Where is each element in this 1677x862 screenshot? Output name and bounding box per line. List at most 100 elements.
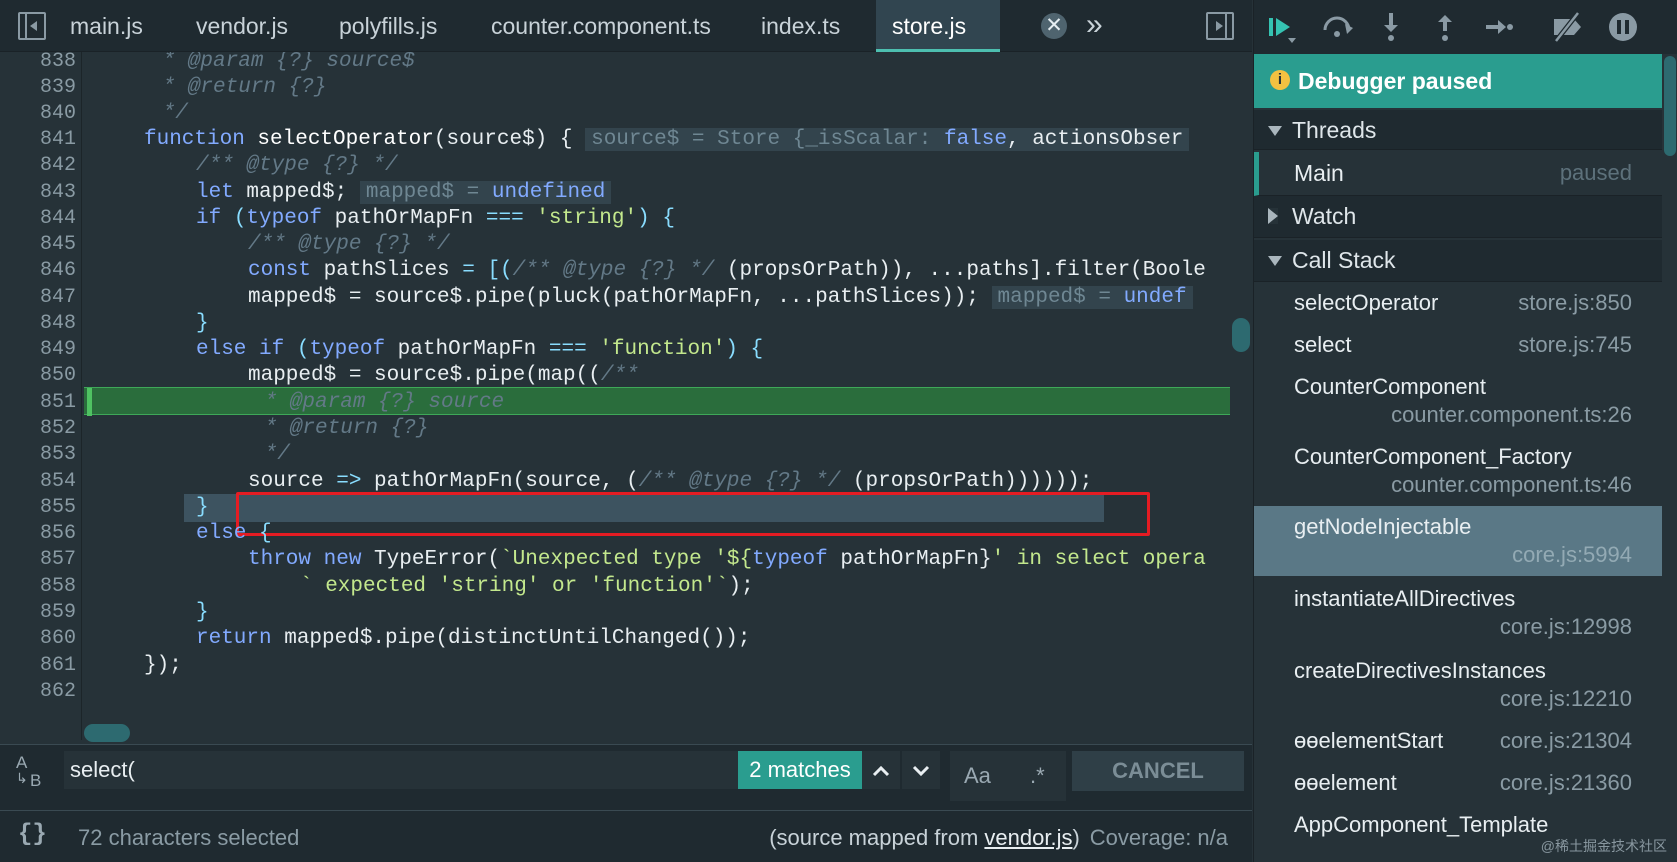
line-number[interactable]: 844 (0, 205, 76, 233)
next-match-button[interactable] (902, 751, 940, 789)
resume-icon[interactable] (1264, 10, 1298, 44)
line-number[interactable]: 845 (0, 231, 76, 259)
previous-match-button[interactable] (862, 751, 900, 789)
line-number[interactable]: 850 (0, 362, 76, 390)
source-info: (source mapped from vendor.js) Coverage: … (769, 825, 1228, 850)
code-editor[interactable]: 838 839 840 841 842 843 844 845 846 847 … (0, 52, 1230, 740)
match-case-toggle[interactable]: Aa (964, 751, 991, 801)
line-number[interactable]: 839 (0, 74, 76, 102)
tab-polyfills-js[interactable]: polyfills.js (339, 0, 437, 52)
code-line: return mapped$.pipe(distinctUntilChanged… (196, 627, 751, 650)
toggle-navigator-icon[interactable] (18, 12, 46, 40)
call-stack-section-header[interactable]: Call Stack (1254, 240, 1662, 282)
line-number[interactable]: 842 (0, 152, 76, 180)
threads-section-header[interactable]: Threads (1254, 110, 1662, 150)
more-tabs-icon[interactable]: » (1086, 10, 1103, 40)
tab-counter-component-ts[interactable]: counter.component.ts (491, 0, 711, 52)
code-line: else { (196, 522, 272, 545)
paused-message: Debugger paused (1298, 68, 1493, 94)
step-icon[interactable] (1482, 10, 1516, 44)
debugger-toolbar (1254, 0, 1677, 54)
code-line: */ (150, 102, 188, 125)
line-number[interactable]: 861 (0, 652, 76, 680)
step-out-icon[interactable] (1428, 10, 1462, 44)
line-number[interactable]: 856 (0, 520, 76, 548)
call-frame[interactable]: createDirectivesInstances core.js:12210 (1254, 650, 1662, 720)
line-number[interactable]: 851 (0, 389, 76, 417)
watch-section-header[interactable]: Watch (1254, 196, 1662, 238)
line-number[interactable]: 846 (0, 257, 76, 285)
search-bar: A ↳ B 2 matches Aa .* CANCEL (0, 744, 1252, 810)
call-frame[interactable]: instantiateAllDirectives core.js:12998 (1254, 578, 1662, 648)
thread-status: paused (1559, 160, 1632, 185)
devtools-sources-panel: main.js vendor.js polyfills.js counter.c… (0, 0, 1677, 862)
line-number[interactable]: 849 (0, 336, 76, 364)
selection-count: 72 characters selected (78, 825, 300, 850)
code-line: } (196, 312, 209, 335)
tab-index-ts[interactable]: index.ts (761, 0, 840, 52)
line-number[interactable]: 847 (0, 284, 76, 312)
code-line: function selectOperator(source$) { sourc… (144, 126, 1190, 154)
code-line: else if (typeof pathOrMapFn === 'functio… (196, 338, 764, 361)
info-icon: i (1270, 70, 1290, 90)
editor-horizontal-scroll-thumb[interactable] (84, 724, 130, 742)
thread-name: Main (1294, 160, 1344, 186)
collapse-triangle-icon (1268, 208, 1278, 224)
line-number[interactable]: 843 (0, 179, 76, 207)
code-line: let mapped$; mapped$ = undefined (196, 179, 612, 207)
code-line: /** @type {?} */ (248, 233, 450, 256)
line-number[interactable]: 852 (0, 415, 76, 443)
code-line: * @param {?} source (252, 391, 505, 414)
call-frame[interactable]: CounterComponent counter.component.ts:26 (1254, 366, 1662, 436)
call-frame[interactable]: select store.js:745 (1254, 324, 1662, 366)
code-line: } (196, 601, 209, 624)
call-frame[interactable]: CounterComponent_Factory counter.componen… (1254, 436, 1662, 506)
editor-vertical-scrollbar[interactable] (1230, 52, 1252, 740)
source-map-link[interactable]: vendor.js (984, 825, 1072, 850)
line-number[interactable]: 862 (0, 678, 76, 706)
tab-store-js[interactable]: store.js (876, 0, 1000, 52)
editor-vertical-scroll-thumb[interactable] (1232, 318, 1250, 352)
line-number[interactable]: 854 (0, 468, 76, 496)
code-line: if (typeof pathOrMapFn === 'string') { (196, 207, 675, 230)
pretty-print-icon[interactable]: {} (18, 821, 47, 848)
inline-value: mapped$ = undefined (359, 181, 612, 204)
debugger-paused-banner: i Debugger paused (1254, 54, 1662, 108)
line-number[interactable]: 853 (0, 441, 76, 469)
regex-toggle[interactable]: .* (1030, 751, 1045, 801)
line-number[interactable]: 840 (0, 100, 76, 128)
line-number[interactable]: 841 (0, 126, 76, 154)
debugger-sidebar: i Debugger paused Threads Main paused Wa… (1253, 0, 1677, 862)
expand-triangle-icon (1268, 126, 1282, 136)
call-frame-selected[interactable]: getNodeInjectable core.js:5994 (1254, 506, 1662, 576)
sidebar-scroll-thumb[interactable] (1664, 56, 1676, 156)
code-line: */ (252, 443, 290, 466)
step-into-icon[interactable] (1374, 10, 1408, 44)
line-number[interactable]: 848 (0, 310, 76, 338)
coverage-status: Coverage: n/a (1089, 825, 1228, 850)
close-tab-icon[interactable]: ✕ (1041, 13, 1067, 39)
call-frame[interactable]: selectOperator store.js:850 (1254, 282, 1662, 324)
pause-on-exceptions-icon[interactable] (1606, 10, 1640, 44)
line-number[interactable]: 860 (0, 625, 76, 653)
sidebar-scrollbar[interactable] (1662, 54, 1677, 862)
call-frame[interactable]: ɵɵelement core.js:21360 (1254, 762, 1662, 804)
inline-value: source$ = Store {_isScalar: false, actio… (585, 128, 1190, 151)
replace-toggle-icon[interactable]: A ↳ B (16, 754, 50, 792)
line-number[interactable]: 859 (0, 599, 76, 627)
search-input[interactable] (64, 751, 740, 789)
line-number[interactable]: 857 (0, 546, 76, 574)
call-frame[interactable]: ɵɵelementStart core.js:21304 (1254, 720, 1662, 762)
tab-main-js[interactable]: main.js (70, 0, 143, 52)
tab-vendor-js[interactable]: vendor.js (196, 0, 288, 52)
step-over-icon[interactable] (1320, 10, 1354, 44)
toggle-debugger-icon[interactable] (1206, 12, 1234, 40)
line-number[interactable]: 838 (0, 52, 76, 76)
line-number[interactable]: 855 (0, 494, 76, 522)
line-number[interactable]: 858 (0, 573, 76, 601)
deactivate-breakpoints-icon[interactable] (1550, 10, 1584, 44)
thread-main[interactable]: Main paused (1254, 152, 1662, 196)
code-line: mapped$ = source$.pipe(pluck(pathOrMapFn… (248, 284, 1193, 312)
code-line: } (196, 496, 209, 519)
cancel-button[interactable]: CANCEL (1072, 751, 1244, 791)
